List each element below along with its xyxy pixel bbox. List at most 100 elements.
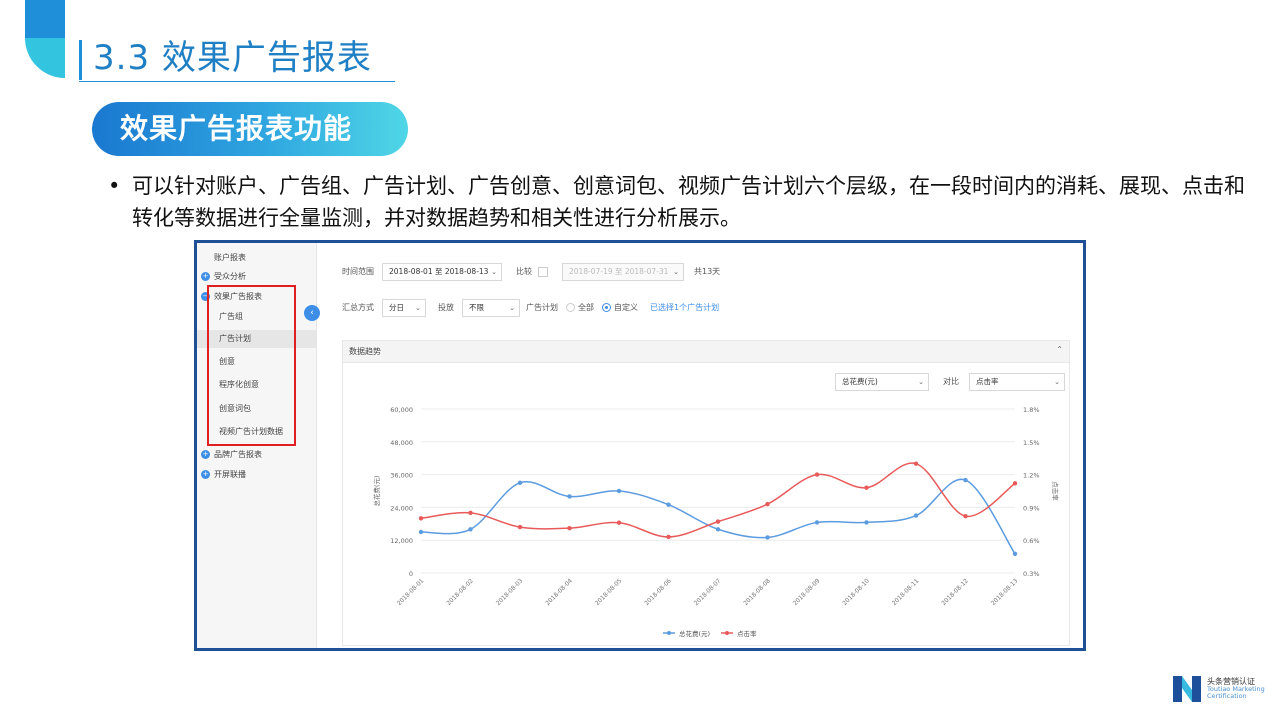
point-ctr — [468, 510, 473, 516]
chevron-down-icon: ⌄ — [491, 268, 497, 276]
point-ctr — [616, 520, 622, 525]
x-tick-label: 2018-08-12 — [940, 577, 970, 607]
y-right-tick-label: 1.8% — [1023, 406, 1040, 414]
x-tick-label: 2018-08-13 — [990, 577, 1020, 607]
section-pill: 效果广告报表功能 — [92, 102, 408, 156]
placement-select[interactable]: 不限 ⌄ — [462, 299, 520, 317]
brand-logo: 头条营销认证 Toutiao Marketing Certification — [1173, 673, 1273, 707]
x-tick-label: 2018-08-05 — [594, 577, 624, 607]
point-ctr — [814, 472, 820, 477]
metric-compare-label: 对比 — [943, 377, 959, 386]
filter-row-summary: 汇总方式 分日 ⌄ 投放 不限 ⌄ 广告计划 全部 自定义 已选择1个广告计划 — [342, 299, 1082, 317]
plan-all-label: 全部 — [578, 303, 594, 312]
point-ctr — [765, 501, 770, 507]
point-ctr — [517, 524, 523, 530]
point-cost — [963, 477, 968, 483]
decor-block-cyan — [25, 38, 65, 78]
point-cost — [616, 488, 622, 494]
x-tick-label: 2018-08-09 — [792, 577, 822, 607]
x-tick-label: 2018-08-07 — [693, 577, 723, 607]
plan-custom-label: 自定义 — [614, 303, 638, 312]
sidebar-item-brand-report[interactable]: + 品牌广告报表 — [197, 446, 317, 464]
y-right-tick-label: 1.5% — [1023, 439, 1040, 447]
plus-icon: + — [201, 450, 210, 459]
sidebar-item-account-report[interactable]: 账户报表 — [197, 249, 317, 267]
total-days: 共13天 — [694, 267, 721, 276]
y-right-axis-label: 点击率 — [1051, 481, 1060, 501]
slide-title: 3.3 效果广告报表 — [93, 38, 372, 78]
time-range-label: 时间范围 — [342, 267, 374, 276]
placement-label: 投放 — [438, 303, 454, 312]
point-ctr — [567, 525, 572, 531]
x-tick-label: 2018-08-08 — [742, 577, 772, 607]
plus-icon: + — [201, 272, 210, 281]
point-cost — [913, 513, 919, 518]
point-cost — [715, 527, 721, 532]
chevron-up-icon[interactable]: ⌃ — [1056, 345, 1063, 354]
x-tick-label: 2018-08-01 — [396, 577, 426, 607]
metric-right-select[interactable]: 点击率 ⌄ — [969, 373, 1065, 391]
y-right-tick-label: 1.2% — [1023, 472, 1040, 480]
panel-title: 数据趋势 — [349, 347, 381, 356]
compare-checkbox[interactable] — [538, 267, 548, 277]
plan-selected-link[interactable]: 已选择1个广告计划 — [650, 299, 719, 317]
point-cost — [864, 520, 869, 525]
sidebar-item-audience[interactable]: + 受众分析 — [197, 268, 317, 286]
x-tick-label: 2018-08-02 — [445, 577, 475, 607]
chevron-down-icon: ⌄ — [1054, 378, 1060, 386]
x-tick-label: 2018-08-10 — [841, 577, 871, 607]
y-left-tick-label: 36,000 — [390, 472, 413, 480]
point-cost — [765, 535, 770, 540]
panel-header: 数据趋势 ⌃ — [343, 341, 1069, 363]
point-ctr — [715, 519, 721, 524]
point-cost — [418, 529, 424, 535]
metric-left-select[interactable]: 总花费(元) ⌄ — [835, 373, 929, 391]
x-tick-label: 2018-08-03 — [495, 577, 525, 607]
plan-all-radio[interactable] — [566, 303, 575, 312]
trend-chart: 0 0.3% 12,000 0.6% 24,000 0.9% 36,000 1.2% 48,00… — [372, 406, 1060, 638]
title-accent-bar — [79, 40, 82, 80]
point-ctr — [1012, 481, 1018, 486]
y-left-tick-label: 0 — [409, 570, 413, 578]
series-line-cost — [420, 478, 1016, 555]
y-right-tick-label: 0.6% — [1023, 537, 1040, 545]
y-left-tick-label: 48,000 — [390, 439, 413, 447]
legend-swatch-dot — [725, 631, 729, 635]
filter-row-time: 时间范围 2018-08-01 至 2018-08-13 ⌄ 比较 2018-07… — [342, 263, 1082, 281]
title-underline — [79, 81, 395, 82]
report-screenshot: 账户报表 + 受众分析 − 效果广告报表 广告组 广告计划 创意 程序化创意 创意词… — [194, 240, 1086, 651]
point-cost — [1012, 551, 1018, 557]
y-left-axis-label: 总花费(元) — [372, 475, 381, 506]
point-ctr — [666, 534, 671, 540]
sidebar: 账户报表 + 受众分析 − 效果广告报表 广告组 广告计划 创意 程序化创意 创意词… — [197, 243, 317, 648]
chevron-down-icon: ⌄ — [673, 268, 679, 276]
date-range-picker[interactable]: 2018-08-01 至 2018-08-13 ⌄ — [382, 263, 502, 281]
y-right-tick-label: 0.3% — [1023, 570, 1040, 578]
sidebar-item-splash-ads[interactable]: + 开屏联播 — [197, 466, 317, 484]
y-right-tick-label: 0.9% — [1023, 504, 1040, 512]
decor-block-blue — [25, 0, 65, 38]
plan-custom-radio[interactable] — [602, 303, 611, 312]
trend-panel: 数据趋势 ⌃ 总花费(元) ⌄ 对比 点击率 ⌄ 0 0.3% 12,000 0.6% 24… — [342, 340, 1070, 646]
point-ctr — [963, 513, 968, 519]
bullet-text: 可以针对账户、广告组、广告计划、广告创意、创意词包、视频广告计划六个层级，在一段… — [132, 174, 1245, 230]
highlight-box — [207, 285, 296, 446]
summary-select[interactable]: 分日 ⌄ — [382, 299, 426, 317]
point-ctr — [864, 485, 869, 490]
x-tick-label: 2018-08-06 — [643, 577, 673, 607]
y-left-tick-label: 12,000 — [390, 537, 413, 545]
legend-label-cost: 总花费(元) — [679, 629, 710, 638]
bullet-point: • 可以针对账户、广告组、广告计划、广告创意、创意词包、视频广告计划六个层级，在… — [108, 170, 1248, 234]
bullet-dot: • — [108, 174, 121, 198]
legend-swatch-dot — [667, 631, 671, 635]
point-cost — [468, 527, 473, 532]
compare-label: 比较 — [516, 267, 532, 276]
summary-label: 汇总方式 — [342, 303, 374, 312]
slide: 3.3 效果广告报表 效果广告报表功能 • 可以针对账户、广告组、广告计划、广告… — [0, 0, 1280, 720]
plan-label: 广告计划 — [526, 303, 558, 312]
y-left-tick-label: 24,000 — [390, 504, 413, 512]
compare-range-picker[interactable]: 2018-07-19 至 2018-07-31 ⌄ — [562, 263, 684, 281]
point-cost — [814, 520, 820, 525]
y-left-tick-label: 60,000 — [390, 406, 413, 414]
x-tick-label: 2018-08-11 — [891, 577, 921, 607]
